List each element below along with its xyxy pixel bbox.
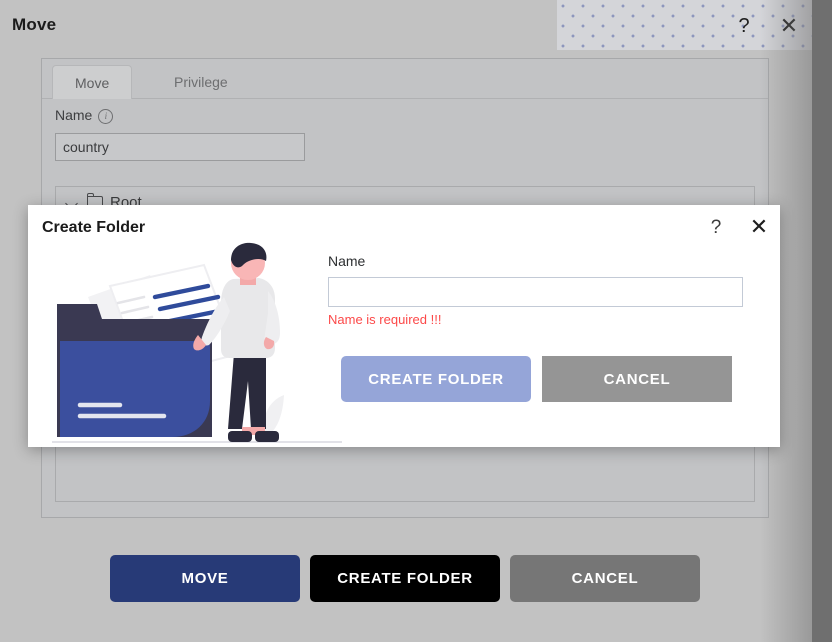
modal-action-buttons: CREATE FOLDER CANCEL	[341, 356, 741, 404]
cancel-button[interactable]: CANCEL	[510, 555, 700, 602]
modal-cancel-button[interactable]: CANCEL	[542, 356, 732, 402]
window-title: Move	[12, 15, 57, 34]
modal-title: Create Folder	[42, 219, 146, 236]
move-titlebar: Move ? ✕	[0, 0, 812, 50]
move-button[interactable]: MOVE	[110, 555, 300, 602]
tab-move[interactable]: Move	[52, 65, 133, 99]
create-folder-form: Name Name is required !!!	[328, 253, 758, 327]
create-folder-button[interactable]: CREATE FOLDER	[310, 555, 500, 602]
modal-name-label: Name	[328, 253, 366, 269]
right-edge-band	[812, 0, 832, 642]
person-with-folder-illustration	[52, 241, 342, 447]
tab-privilege[interactable]: Privilege	[152, 65, 250, 99]
name-label-text: Name	[55, 107, 93, 123]
move-name-input[interactable]	[55, 133, 305, 161]
modal-close-icon[interactable]: ✕	[746, 214, 772, 240]
modal-name-input[interactable]	[328, 277, 743, 307]
info-icon[interactable]: i	[98, 109, 114, 124]
help-icon[interactable]: ?	[732, 14, 756, 38]
move-dialog-actions: MOVE CREATE FOLDER CANCEL	[0, 555, 812, 605]
create-folder-modal: Create Folder ? ✕ Name Name is required …	[28, 205, 780, 447]
modal-create-folder-button[interactable]: CREATE FOLDER	[341, 356, 531, 402]
validation-error-message: Name is required !!!	[328, 312, 442, 327]
modal-help-icon[interactable]: ?	[703, 215, 729, 241]
tabstrip: Move Privilege	[42, 59, 768, 99]
name-label: Name i	[55, 107, 114, 124]
page-root: Move ? ✕ Move Privilege Namei Root	[0, 0, 832, 642]
